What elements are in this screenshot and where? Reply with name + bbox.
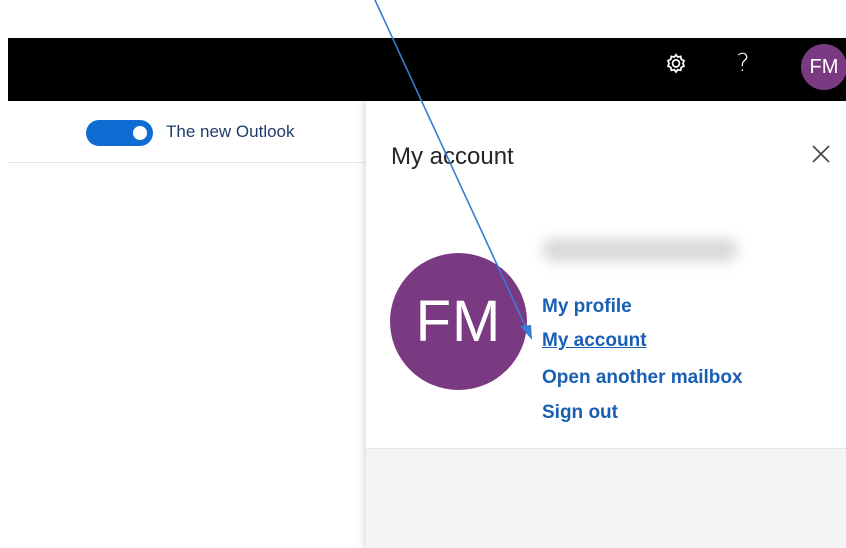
- outlook-window: ? FM The new Outlook My account FM My pr…: [0, 0, 846, 548]
- gear-icon[interactable]: [663, 52, 689, 78]
- account-name-redacted: [542, 238, 738, 262]
- toggle-knob: [133, 126, 147, 140]
- new-outlook-toggle-label: The new Outlook: [166, 122, 295, 141]
- my-account-link[interactable]: My account: [542, 330, 647, 352]
- account-card: FM My profile My account Open another ma…: [366, 199, 846, 449]
- my-account-panel: My account FM My profile My account Open…: [366, 101, 846, 548]
- close-icon[interactable]: [810, 143, 832, 165]
- user-avatar-button[interactable]: FM: [801, 44, 846, 90]
- help-button[interactable]: ?: [733, 46, 753, 80]
- account-avatar: FM: [390, 253, 527, 390]
- sign-out-link[interactable]: Sign out: [542, 402, 618, 424]
- toolbar-divider: [8, 162, 366, 163]
- top-header-bar: [8, 38, 846, 101]
- open-another-mailbox-link[interactable]: Open another mailbox: [542, 367, 743, 389]
- panel-title: My account: [391, 143, 514, 170]
- panel-header: My account: [366, 101, 846, 199]
- my-profile-link[interactable]: My profile: [542, 296, 632, 318]
- new-outlook-toggle[interactable]: [86, 120, 153, 146]
